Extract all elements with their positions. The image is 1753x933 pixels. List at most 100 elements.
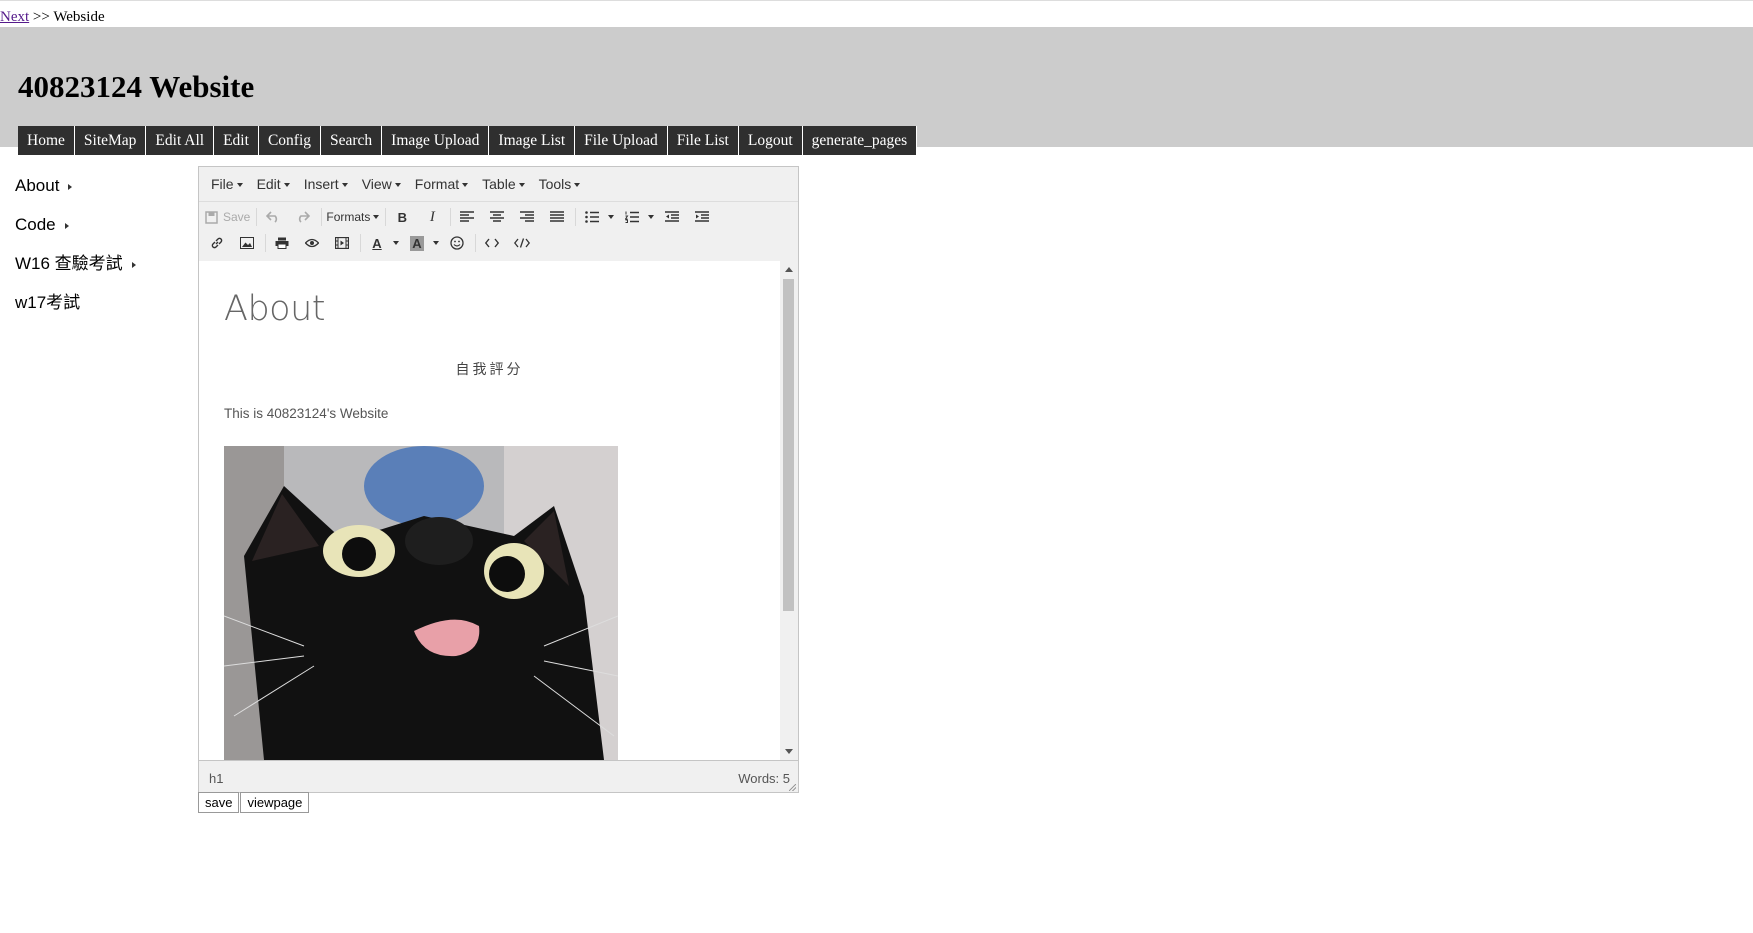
source-code-button[interactable] (510, 232, 534, 254)
editor-menu-edit[interactable]: Edit (251, 176, 298, 192)
editor-toolbar: Save Formats B I A A (199, 202, 798, 262)
toolbar-separator (575, 208, 577, 226)
text-color-button[interactable]: A (365, 232, 389, 254)
formats-dropdown[interactable]: Formats (326, 206, 380, 228)
link-button[interactable] (205, 232, 229, 254)
caret-down-icon (283, 183, 290, 188)
align-justify-button[interactable] (545, 206, 569, 228)
bullet-list-icon (585, 211, 600, 223)
save-label: Save (223, 210, 251, 224)
viewpage-button[interactable]: viewpage (240, 792, 310, 813)
expand-arrow-icon (131, 261, 136, 268)
editor-menu-format[interactable]: Format (409, 176, 476, 192)
toolbar-separator (265, 234, 266, 252)
indent-button[interactable] (690, 206, 714, 228)
sidebar-item-code[interactable]: Code (15, 211, 136, 250)
sidebar-item-w16[interactable]: W16 查驗考試 (15, 250, 136, 289)
expand-arrow-icon (64, 222, 69, 229)
redo-button[interactable] (291, 206, 315, 228)
caret-down-icon (394, 183, 401, 188)
emoticons-button[interactable] (445, 232, 469, 254)
editor-menu-view[interactable]: View (356, 176, 409, 192)
editor-menu-tools[interactable]: Tools (533, 176, 589, 192)
editor-menubar: File Edit Insert View Format Table Tools (199, 167, 798, 202)
expand-arrow-icon (68, 183, 73, 190)
code-icon (485, 238, 499, 248)
align-justify-icon (550, 211, 565, 222)
indent-icon (695, 211, 710, 222)
menu-edit[interactable]: Edit (214, 126, 258, 155)
breadcrumb-text: >> Webside (32, 9, 105, 25)
scrollbar-thumb[interactable] (783, 279, 794, 611)
caret-down-icon (392, 241, 399, 245)
numbered-list-button[interactable] (620, 206, 644, 228)
media-button[interactable] (330, 232, 354, 254)
menu-image-upload[interactable]: Image Upload (382, 126, 489, 155)
scroll-up-arrow-icon[interactable] (785, 267, 793, 272)
print-button[interactable] (270, 232, 294, 254)
resize-grip-icon[interactable] (789, 784, 796, 791)
image-button[interactable] (235, 232, 259, 254)
save-form-button[interactable]: save (198, 792, 240, 813)
background-color-dropdown[interactable] (429, 232, 439, 254)
italic-button[interactable]: I (420, 206, 444, 228)
sidebar-item-label: w17考試 (15, 293, 81, 312)
save-button[interactable]: Save (205, 206, 250, 228)
element-path[interactable]: h1 (209, 771, 223, 786)
toolbar-separator (475, 234, 476, 252)
menu-edit-all[interactable]: Edit All (146, 126, 214, 155)
background-color-button[interactable]: A (405, 232, 429, 254)
editor-scrollbar[interactable] (780, 261, 798, 760)
caret-down-icon (574, 183, 581, 188)
rich-text-editor: File Edit Insert View Format Table Tools… (198, 166, 799, 793)
undo-button[interactable] (261, 206, 285, 228)
cat-image (224, 446, 618, 760)
caret-down-icon (518, 183, 525, 188)
bullet-list-dropdown[interactable] (604, 206, 614, 228)
caret-down-icon (236, 183, 243, 188)
align-left-button[interactable] (455, 206, 479, 228)
cat-photo (224, 446, 618, 760)
sidebar-item-label: About (15, 176, 60, 195)
numbered-list-dropdown[interactable] (644, 206, 654, 228)
align-left-icon (460, 211, 475, 222)
caret-down-icon (462, 183, 469, 188)
site-title: 40823124 Website (18, 69, 255, 104)
menu-home[interactable]: Home (18, 126, 74, 155)
sidebar-item-about[interactable]: About (15, 172, 136, 211)
editor-menu-file[interactable]: File (205, 176, 251, 192)
text-color-dropdown[interactable] (389, 232, 399, 254)
menu-label: Insert (303, 176, 339, 192)
menu-generate-pages[interactable]: generate_pages (802, 126, 917, 155)
menu-label: Format (414, 176, 460, 192)
link-icon (211, 237, 223, 249)
bullet-list-button[interactable] (580, 206, 604, 228)
numbered-list-icon (625, 211, 640, 223)
caret-down-icon (373, 215, 380, 219)
word-count: Words: 5 (738, 771, 790, 786)
image-icon (240, 237, 254, 249)
editor-menu-table[interactable]: Table (476, 176, 532, 192)
sidebar-item-w17[interactable]: w17考試 (15, 289, 136, 328)
menu-search[interactable]: Search (321, 126, 382, 155)
breadcrumb-next-link[interactable]: Next (0, 9, 29, 25)
sidebar-item-label: Code (15, 215, 56, 234)
menu-label: Edit (256, 176, 281, 192)
menu-config[interactable]: Config (258, 126, 320, 155)
content-paragraph: This is 40823124's Website (224, 406, 389, 421)
editor-menu-insert[interactable]: Insert (298, 176, 356, 192)
bold-button[interactable]: B (390, 206, 414, 228)
align-center-button[interactable] (485, 206, 509, 228)
code-sample-button[interactable] (480, 232, 504, 254)
preview-button[interactable] (300, 232, 324, 254)
menu-file-upload[interactable]: File Upload (575, 126, 667, 155)
menu-image-list[interactable]: Image List (489, 126, 575, 155)
menu-logout[interactable]: Logout (738, 126, 802, 155)
outdent-button[interactable] (660, 206, 684, 228)
menu-sitemap[interactable]: SiteMap (74, 126, 146, 155)
menu-label: Table (482, 176, 516, 192)
editor-content-area[interactable]: About 自我評分 This is 40823124's Website (199, 261, 780, 760)
align-right-button[interactable] (515, 206, 539, 228)
scroll-down-arrow-icon[interactable] (785, 749, 793, 754)
menu-file-list[interactable]: File List (667, 126, 738, 155)
